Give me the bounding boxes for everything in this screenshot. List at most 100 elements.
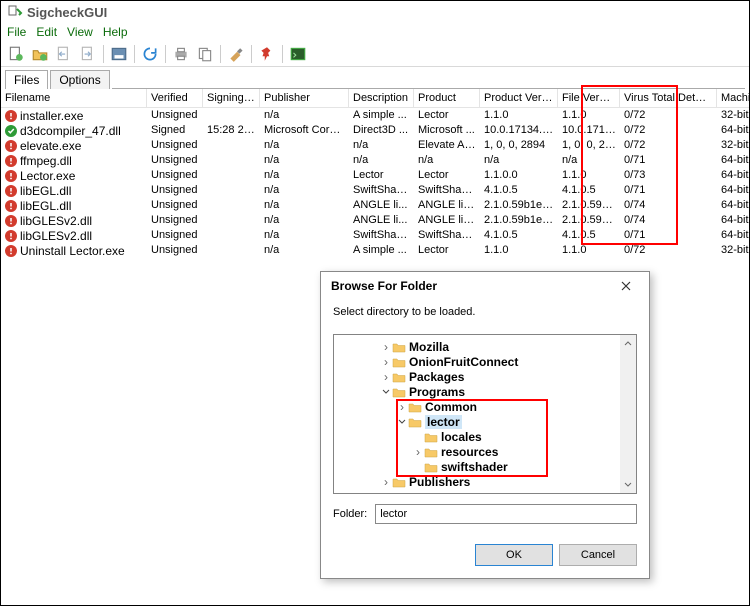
menu-file[interactable]: File bbox=[7, 25, 26, 39]
cell: 2.1.0.59b1... bbox=[558, 198, 620, 213]
cell: n/a bbox=[260, 213, 349, 228]
cell: Unsigned bbox=[147, 228, 203, 243]
print-icon[interactable] bbox=[172, 45, 190, 63]
status-warn-icon bbox=[5, 140, 17, 152]
scroll-up-icon[interactable] bbox=[620, 335, 636, 351]
tree-item-swiftshader[interactable]: swiftshader bbox=[334, 459, 636, 474]
cell: 32-bit bbox=[717, 108, 750, 123]
doc-right-icon[interactable] bbox=[79, 45, 97, 63]
column-header[interactable]: Description bbox=[349, 89, 414, 107]
cell: Lector bbox=[414, 168, 480, 183]
status-warn-icon bbox=[5, 245, 17, 257]
terminal-icon[interactable] bbox=[289, 45, 307, 63]
cell: Unsigned bbox=[147, 183, 203, 198]
doc-left-icon[interactable] bbox=[55, 45, 73, 63]
table-row[interactable]: Uninstall Lector.exeUnsignedn/aA simple … bbox=[1, 243, 749, 258]
refresh-icon[interactable] bbox=[141, 45, 159, 63]
folder-icon[interactable] bbox=[31, 45, 49, 63]
disk-icon[interactable] bbox=[110, 45, 128, 63]
cell: 15:28 20. 04... bbox=[203, 123, 260, 138]
tree-item-common[interactable]: ›Common bbox=[334, 399, 636, 414]
table-row[interactable]: elevate.exeUnsignedn/an/aElevate Ap...1,… bbox=[1, 138, 749, 153]
close-icon[interactable] bbox=[613, 276, 639, 296]
folder-tree[interactable]: ›Mozilla ›OnionFruitConnect ›Packages Pr… bbox=[333, 334, 637, 494]
new-file-icon[interactable] bbox=[7, 45, 25, 63]
cell: Unsigned bbox=[147, 108, 203, 123]
column-header[interactable]: Virus Total Detection bbox=[620, 89, 717, 107]
cancel-button[interactable]: Cancel bbox=[559, 544, 637, 566]
cell: 10.0.17134.12 bbox=[480, 123, 558, 138]
cell: 1, 0, 0, 2894 bbox=[558, 138, 620, 153]
cell: A simple ... bbox=[349, 243, 414, 258]
column-header[interactable]: Filename bbox=[1, 89, 147, 107]
filename-cell: Lector.exe bbox=[20, 169, 75, 183]
toolbar-separator bbox=[251, 45, 252, 63]
cell: n/a bbox=[260, 168, 349, 183]
copy-icon[interactable] bbox=[196, 45, 214, 63]
cell: SwiftShade... bbox=[414, 228, 480, 243]
filename-cell: Uninstall Lector.exe bbox=[20, 244, 125, 258]
cell bbox=[203, 213, 260, 228]
tree-item-programs[interactable]: Programs bbox=[334, 384, 636, 399]
column-header[interactable]: Machine Type bbox=[717, 89, 750, 107]
status-ok-icon bbox=[5, 125, 17, 137]
menu-help[interactable]: Help bbox=[103, 25, 128, 39]
table-row[interactable]: libEGL.dllUnsignedn/aSwiftShad...SwiftSh… bbox=[1, 183, 749, 198]
cell: 64-bit bbox=[717, 183, 750, 198]
table-row[interactable]: libEGL.dllUnsignedn/aANGLE li...ANGLE li… bbox=[1, 198, 749, 213]
folder-input[interactable] bbox=[375, 504, 637, 524]
table-row[interactable]: d3dcompiler_47.dllSigned15:28 20. 04...M… bbox=[1, 123, 749, 138]
scroll-down-icon[interactable] bbox=[620, 477, 636, 493]
tree-item-mozilla[interactable]: ›Mozilla bbox=[334, 339, 636, 354]
column-header[interactable]: Publisher bbox=[260, 89, 349, 107]
cell bbox=[203, 138, 260, 153]
tree-item-publishers[interactable]: ›Publishers bbox=[334, 474, 636, 489]
column-header[interactable]: Signing Date bbox=[203, 89, 260, 107]
cell: Lector bbox=[414, 243, 480, 258]
status-warn-icon bbox=[5, 110, 17, 122]
cell: 64-bit bbox=[717, 198, 750, 213]
tab-options[interactable]: Options bbox=[50, 70, 109, 90]
cell: 64-bit bbox=[717, 168, 750, 183]
tree-item-packages[interactable]: ›Packages bbox=[334, 369, 636, 384]
cell: 2.1.0.59b1... bbox=[558, 213, 620, 228]
tree-item-resources[interactable]: ›resources bbox=[334, 444, 636, 459]
column-header[interactable]: File Version bbox=[558, 89, 620, 107]
cell: Microsoft ... bbox=[414, 123, 480, 138]
filename-cell: d3dcompiler_47.dll bbox=[20, 124, 121, 138]
pin-icon[interactable] bbox=[258, 45, 276, 63]
cell: 4.1.0.5 bbox=[480, 228, 558, 243]
cell: ANGLE lib... bbox=[414, 213, 480, 228]
column-header[interactable]: Product bbox=[414, 89, 480, 107]
tree-item-onion[interactable]: ›OnionFruitConnect bbox=[334, 354, 636, 369]
table-row[interactable]: Lector.exeUnsignedn/aLectorLector1.1.0.0… bbox=[1, 168, 749, 183]
toolbar bbox=[1, 41, 749, 67]
column-header[interactable]: Product Version bbox=[480, 89, 558, 107]
table-row[interactable]: libGLESv2.dllUnsignedn/aANGLE li...ANGLE… bbox=[1, 213, 749, 228]
cell: 10.0.17134... bbox=[558, 123, 620, 138]
table-row[interactable]: installer.exeUnsignedn/aA simple ...Lect… bbox=[1, 108, 749, 123]
tree-item-lector[interactable]: lector bbox=[334, 414, 636, 429]
brush-icon[interactable] bbox=[227, 45, 245, 63]
app-icon bbox=[7, 4, 23, 20]
cell: n/a bbox=[260, 183, 349, 198]
tree-item-locales[interactable]: locales bbox=[334, 429, 636, 444]
cell: 0/72 bbox=[620, 243, 717, 258]
filename-cell: libGLESv2.dll bbox=[20, 214, 92, 228]
cell bbox=[203, 243, 260, 258]
tree-scrollbar[interactable] bbox=[620, 335, 636, 493]
menu-view[interactable]: View bbox=[67, 25, 93, 39]
cell: Unsigned bbox=[147, 243, 203, 258]
cell: Direct3D ... bbox=[349, 123, 414, 138]
menu-edit[interactable]: Edit bbox=[36, 25, 57, 39]
dialog-title: Browse For Folder bbox=[331, 279, 613, 293]
cell: Unsigned bbox=[147, 138, 203, 153]
filename-cell: elevate.exe bbox=[20, 139, 81, 153]
column-header[interactable]: Verified bbox=[147, 89, 203, 107]
cell: n/a bbox=[260, 153, 349, 168]
table-row[interactable]: libGLESv2.dllUnsignedn/aSwiftShad...Swif… bbox=[1, 228, 749, 243]
table-row[interactable]: ffmpeg.dllUnsignedn/an/an/an/an/a0/7164-… bbox=[1, 153, 749, 168]
cell: 1.1.0.0 bbox=[480, 168, 558, 183]
tab-files[interactable]: Files bbox=[5, 70, 48, 90]
ok-button[interactable]: OK bbox=[475, 544, 553, 566]
